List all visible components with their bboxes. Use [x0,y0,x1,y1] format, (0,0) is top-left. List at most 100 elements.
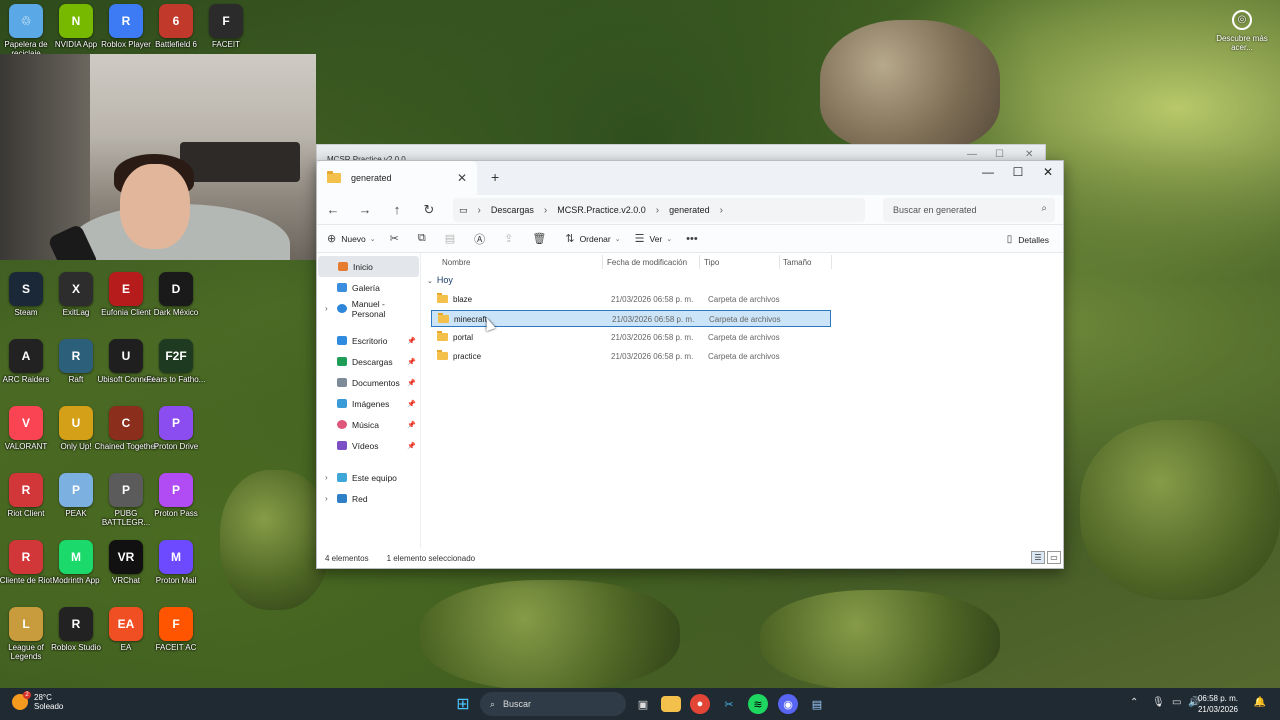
clock[interactable]: 06:58 p. m. 21/03/2026 [1198,693,1238,715]
app-icon: F2F [159,339,193,373]
nav-label: Red [352,493,368,504]
chevron-right-icon[interactable]: › [656,205,659,216]
desktop-shortcut[interactable]: P Proton Drive [150,406,202,451]
nav-item-onedrive[interactable]: › Manuel - Personal [317,298,420,319]
pin-icon: 📌 [407,379,416,387]
chevron-right-icon[interactable]: › [544,205,547,216]
close-tab-icon[interactable]: ✕ [457,171,467,185]
chevron-right-icon[interactable]: › [478,205,481,216]
view-button[interactable]: ☰ Ver ⌄ [635,232,673,245]
notification-bell-icon[interactable]: 🔔 [1254,697,1266,708]
nav-item-inicio[interactable]: Inicio [318,256,419,277]
discord-icon[interactable]: ◉ [778,694,798,714]
cut-button[interactable]: ✂ [390,232,404,245]
column-header-name[interactable]: Nombre [442,258,470,267]
discover-widget[interactable]: ◎ Descubre más acer... [1216,10,1268,52]
pin-icon: 📌 [407,337,416,345]
nav-item-documentos[interactable]: Documentos 📌 [317,372,420,393]
desktop-shortcut[interactable]: D Dark México [150,272,202,317]
rename-button[interactable]: Ⓐ [474,231,490,247]
group-header[interactable]: ⌄ Hoy [427,275,453,285]
nav-item-red[interactable]: › Red [317,488,420,509]
weather-widget[interactable]: 2 28°C Soleado [12,691,63,711]
notepad-icon[interactable]: ▤ [807,694,827,714]
chevron-down-icon: ⌄ [427,278,433,285]
forward-arrow-icon[interactable]: → [349,202,381,217]
desktop-shortcut[interactable]: F FACEIT AC [150,607,202,652]
minimize-icon[interactable]: — [967,149,977,160]
breadcrumb[interactable]: ▭ › Descargas › MCSR.Practice.v2.0.0 › g… [453,198,865,222]
close-icon[interactable]: ✕ [1025,149,1033,160]
desktop-shortcut[interactable]: L League of Legends [0,607,52,661]
up-arrow-icon[interactable]: ↑ [381,202,413,217]
tiles-view-icon[interactable]: ▭ [1047,551,1061,564]
nav-item-galeria[interactable]: Galería [317,277,420,298]
desktop-shortcut[interactable]: ♲Papelera de reciclaje [0,4,52,58]
nav-item-videos[interactable]: Vídeos 📌 [317,435,420,456]
breadcrumb-item[interactable]: Descargas [491,205,534,215]
breadcrumb-item[interactable]: generated [669,205,710,215]
nav-item-descargas[interactable]: Descargas 📌 [317,351,420,372]
nav-label: Este equipo [352,472,397,483]
list-item[interactable]: blaze 21/03/2026 06:58 p. m. Carpeta de … [431,291,831,308]
new-tab-button[interactable]: + [491,169,499,185]
list-item[interactable]: practice 21/03/2026 06:58 p. m. Carpeta … [431,348,831,365]
windows-start-icon[interactable]: ⊞ [453,694,473,714]
list-item[interactable]: portal 21/03/2026 06:58 p. m. Carpeta de… [431,329,831,346]
monitor-icon[interactable]: ▭ [459,205,468,216]
desktop-shortcut[interactable]: F FACEIT [200,4,252,49]
column-header-size[interactable]: Tamaño [783,258,811,267]
desktop-shortcut[interactable]: P Proton Pass [150,473,202,518]
back-arrow-icon[interactable]: ← [317,202,349,217]
chevron-right-icon[interactable]: › [720,205,723,216]
trash-icon: 🗑 [532,233,547,245]
maximize-icon[interactable]: ☐ [995,149,1004,160]
details-view-icon[interactable]: ☰ [1031,551,1045,564]
chevron-up-icon[interactable]: ⌃ [1130,697,1138,708]
item-type: Carpeta de archivos [708,352,780,361]
minimize-button[interactable]: — [973,165,1003,179]
new-button[interactable]: ⊕ Nuevo ⌄ [327,232,376,245]
nav-item-musica[interactable]: Música 📌 [317,414,420,435]
snipping-tool-icon[interactable]: ✂ [719,694,739,714]
chevron-right-icon[interactable]: › [325,473,337,482]
search-input[interactable]: Buscar en generated ⌕ [883,198,1055,222]
refresh-icon[interactable]: ↻ [413,202,445,218]
app-icon: U [109,339,143,373]
explorer-body: Inicio Galería › Manuel - Personal Escri… [317,253,1065,548]
desktop-shortcut[interactable]: M Proton Mail [150,540,202,585]
nav-item-imagenes[interactable]: Imágenes 📌 [317,393,420,414]
network-icon[interactable]: ▭ [1172,697,1181,708]
more-options-button[interactable]: ••• [686,233,703,245]
close-button[interactable]: ✕ [1033,165,1063,179]
chevron-right-icon[interactable]: › [325,494,337,503]
breadcrumb-item[interactable]: MCSR.Practice.v2.0.0 [557,205,646,215]
app-icon: M [159,540,193,574]
chevron-right-icon[interactable]: › [325,304,337,313]
folder-icon [327,171,341,183]
image-icon [337,399,347,408]
sort-button[interactable]: ⇅ Ordenar ⌄ [565,232,620,245]
nav-item-escritorio[interactable]: Escritorio 📌 [317,330,420,351]
task-view-icon[interactable]: ▣ [633,694,653,714]
column-header-type[interactable]: Tipo [704,258,719,267]
delete-button[interactable]: 🗑 [532,232,551,245]
maximize-button[interactable]: ☐ [1003,165,1033,179]
paste-button[interactable]: ▤ [445,232,460,245]
tab-generated[interactable]: generated ✕ [317,161,477,195]
file-explorer-icon[interactable] [661,696,681,712]
microphone-icon[interactable]: 🎙 [1152,697,1165,708]
desktop-shortcut[interactable]: P PUBG BATTLEGR... [100,473,152,527]
tab-label: generated [351,173,392,183]
desktop-shortcut[interactable]: F2F Fears to Fatho... [147,339,205,384]
app-icon: 6 [159,4,193,38]
chrome-icon[interactable]: ● [690,694,710,714]
taskbar-search[interactable]: ⌕ Buscar [480,692,626,716]
column-header-date[interactable]: Fecha de modificación [607,258,687,267]
details-button[interactable]: ▯ Detalles [1007,234,1049,245]
share-button[interactable]: ⇪ [504,232,518,245]
nav-item-este-equipo[interactable]: › Este equipo [317,467,420,488]
status-bar: 4 elementos 1 elemento seleccionado ☰ ▭ [317,548,1065,568]
copy-button[interactable]: ⧉ [418,232,431,245]
spotify-icon[interactable]: ≋ [748,694,768,714]
